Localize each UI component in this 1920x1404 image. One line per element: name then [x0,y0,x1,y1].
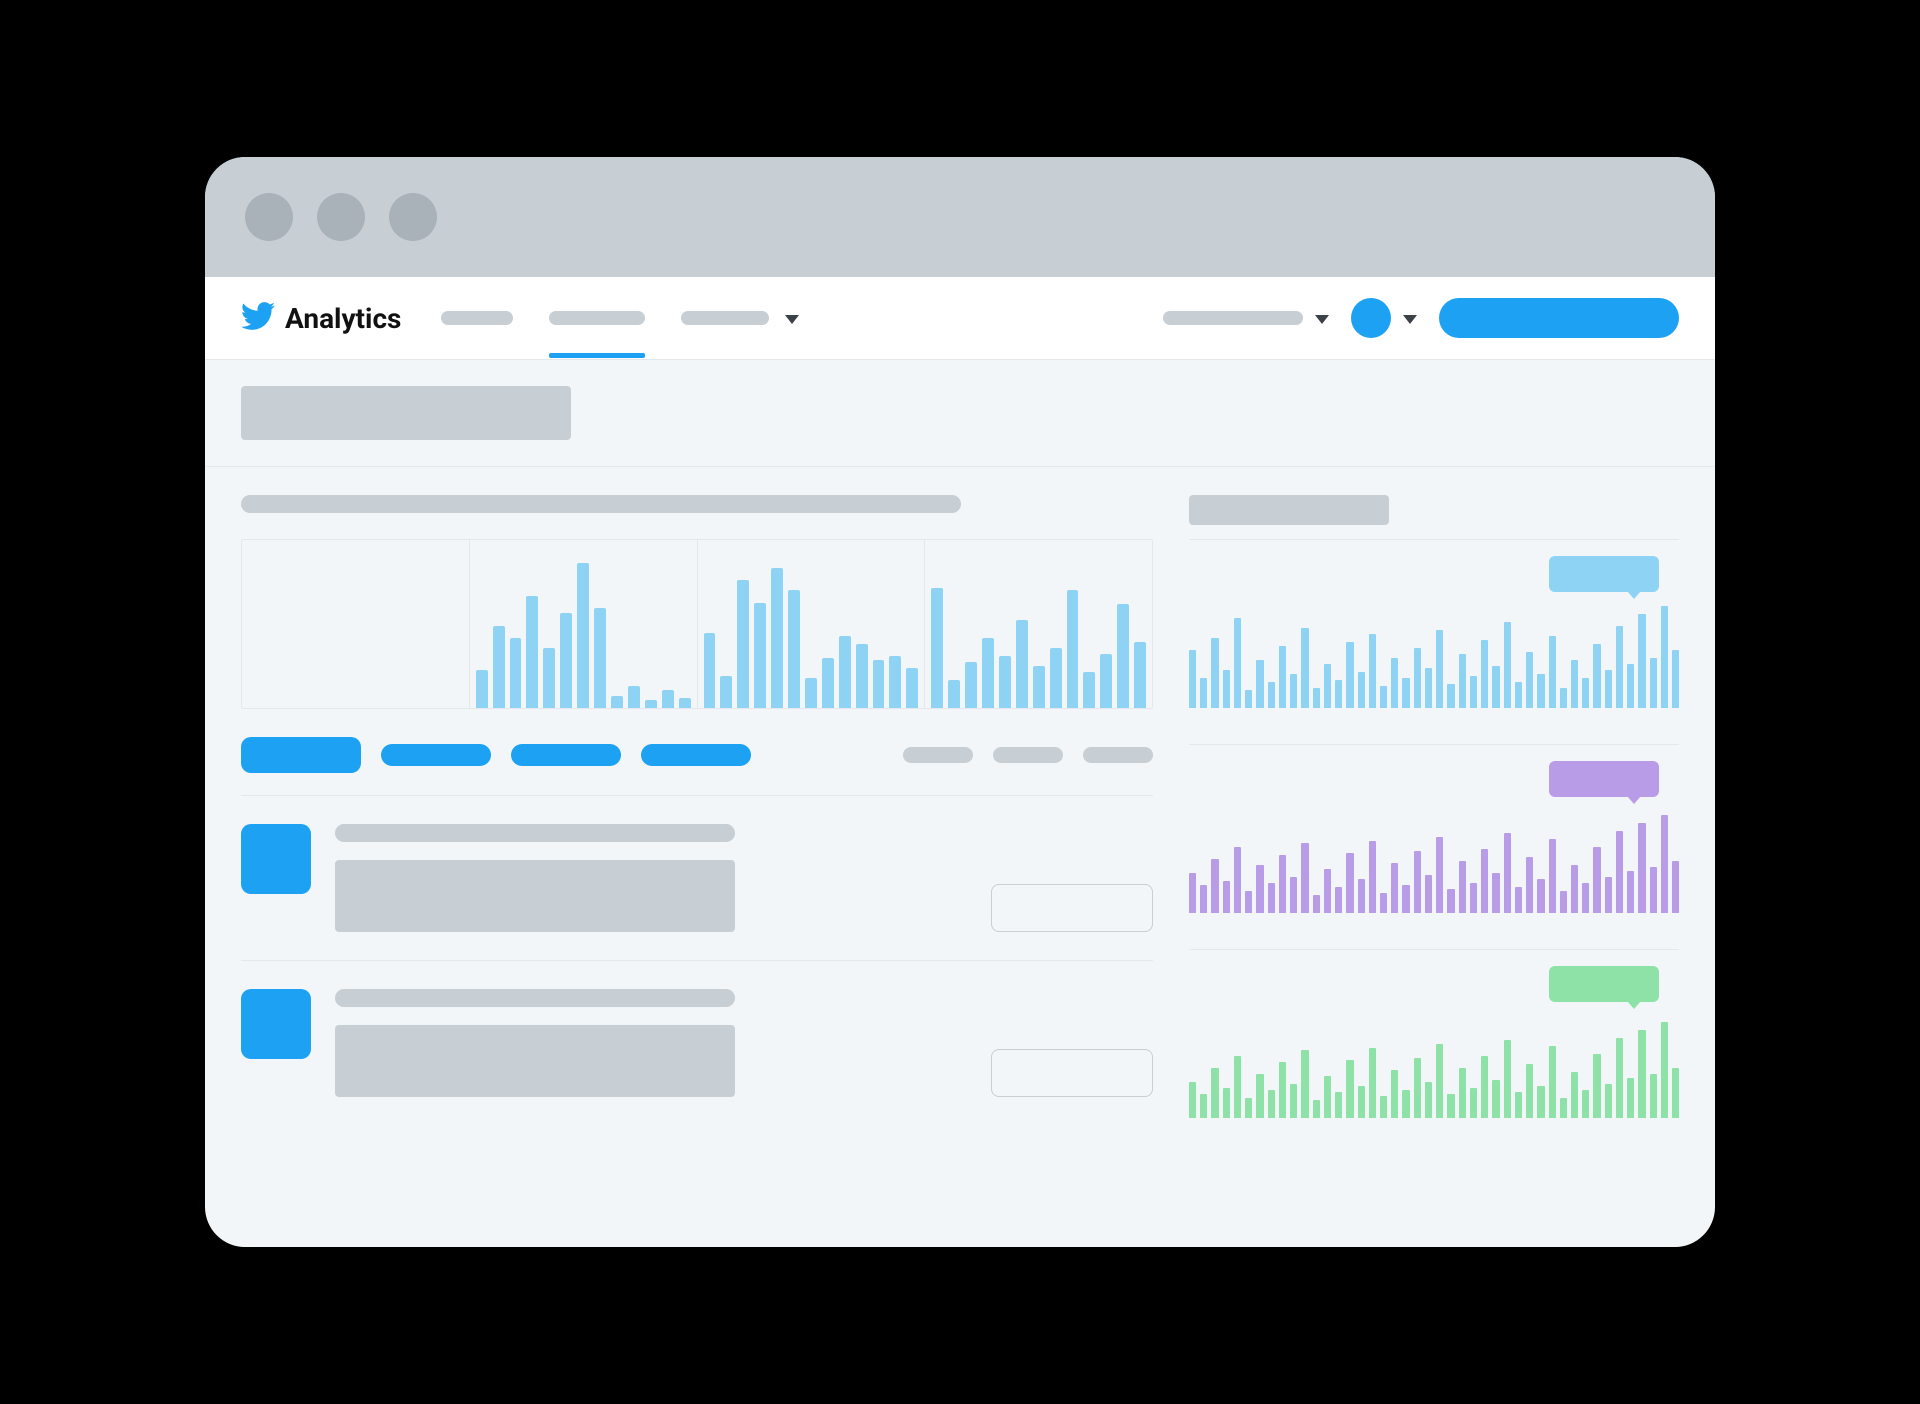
tweet-meta-line [335,989,735,1007]
chart-panel [242,540,470,708]
chart-panel [698,540,926,708]
tweet-thumbnail[interactable] [241,824,311,894]
sort-option-3[interactable] [1083,747,1153,763]
nav-tabs [441,309,799,328]
sort-option-1[interactable] [903,747,973,763]
chevron-down-icon [785,309,799,328]
top-nav: Analytics [205,277,1715,360]
tooltip-badge [1549,556,1659,592]
filter-tab-3[interactable] [511,744,621,766]
filter-tabs [241,709,1153,796]
brand-name: Analytics [285,302,401,335]
main-chart-panels [241,539,1153,709]
view-details-button[interactable] [991,1049,1153,1097]
tweet-text-block [335,1025,735,1097]
nav-tab-2[interactable] [549,311,645,325]
list-item [241,796,1153,961]
tooltip-badge [1549,761,1659,797]
window-titlebar [205,157,1715,277]
sidebar [1189,467,1715,1247]
list-item [241,961,1153,1125]
tweet-list [241,796,1153,1125]
nav-tab-3[interactable] [681,309,799,328]
tweet-thumbnail[interactable] [241,989,311,1059]
tweet-meta-line [335,824,735,842]
page-title [241,386,571,440]
chart-panel [925,540,1152,708]
primary-cta-button[interactable] [1439,298,1679,338]
sort-option-2[interactable] [993,747,1063,763]
tweet-text-block [335,860,735,932]
window-control-zoom[interactable] [389,193,437,241]
sidebar-title [1189,495,1389,525]
side-chart-green [1189,966,1679,1118]
app-window: Analytics [205,157,1715,1247]
twitter-bird-icon [241,299,275,337]
nav-tab-1[interactable] [441,311,513,325]
avatar [1351,298,1391,338]
tooltip-badge [1549,966,1659,1002]
filter-tab-2[interactable] [381,744,491,766]
chart-panel [470,540,698,708]
filter-tab-1[interactable] [241,737,361,773]
section-subtitle [241,495,961,513]
window-control-close[interactable] [245,193,293,241]
page-header [205,360,1715,467]
view-details-button[interactable] [991,884,1153,932]
window-control-minimize[interactable] [317,193,365,241]
chevron-down-icon [1403,309,1417,328]
filter-tab-4[interactable] [641,744,751,766]
account-menu[interactable] [1351,298,1417,338]
date-range-select[interactable] [1163,309,1329,328]
brand[interactable]: Analytics [241,299,401,337]
chevron-down-icon [1315,309,1329,328]
side-chart-purple [1189,761,1679,913]
side-chart-blue [1189,556,1679,708]
